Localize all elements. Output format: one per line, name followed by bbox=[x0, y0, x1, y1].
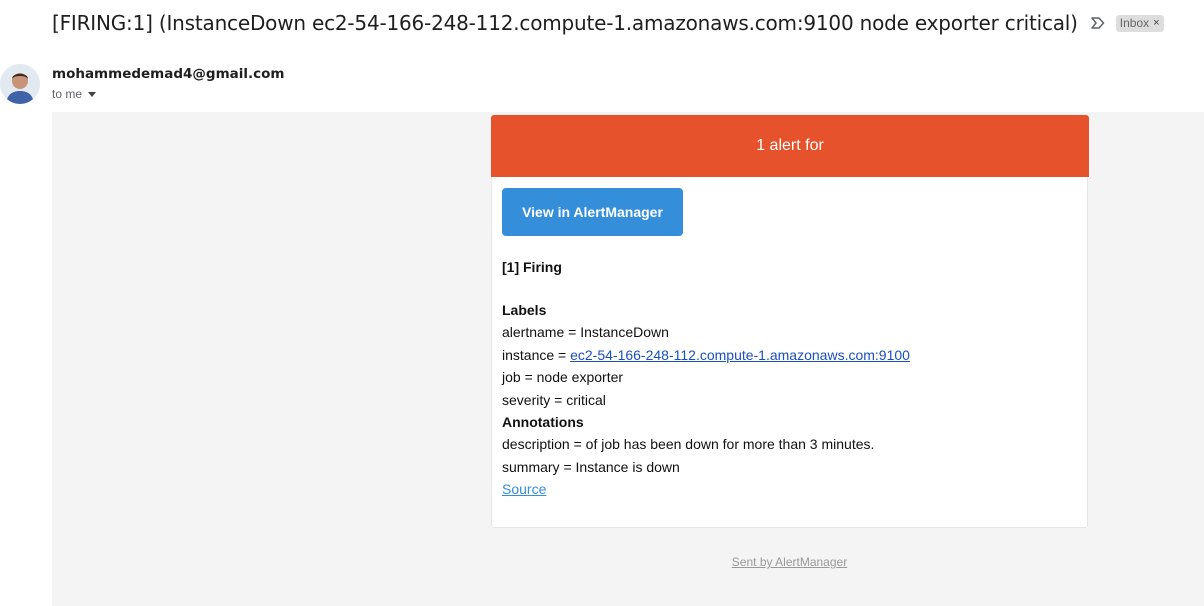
label-instance-key: instance = bbox=[502, 346, 571, 363]
annotations-heading: Annotations bbox=[502, 413, 584, 430]
alert-header: 1 alert for bbox=[491, 115, 1089, 177]
recipient-details-toggle[interactable]: to me bbox=[52, 87, 97, 101]
instance-link[interactable]: ec2-54-166-248-112.compute-1.amazonaws.c… bbox=[570, 347, 910, 363]
remove-label-icon[interactable]: × bbox=[1153, 17, 1159, 29]
source-link[interactable]: Source bbox=[502, 481, 546, 497]
labels-heading: Labels bbox=[502, 301, 547, 318]
annotation-summary: summary = Instance is down bbox=[502, 458, 680, 475]
inbox-label-text: Inbox bbox=[1119, 15, 1150, 30]
avatar[interactable] bbox=[0, 64, 40, 104]
alert-details: [1] Firing Labels alertname = InstanceDo… bbox=[502, 256, 1072, 501]
label-job: job = node exporter bbox=[502, 369, 624, 386]
chevron-down-icon[interactable] bbox=[88, 92, 97, 97]
inbox-label-chip[interactable]: Inbox × bbox=[1115, 14, 1164, 32]
alert-card: 1 alert for View in AlertManager [1] Fir… bbox=[491, 115, 1089, 528]
view-in-alertmanager-button[interactable]: View in AlertManager bbox=[502, 188, 683, 236]
email-subject: [FIRING:1] (InstanceDown ec2-54-166-248-… bbox=[52, 11, 1078, 35]
label-instance: instance = ec2-54-166-248-112.compute-1.… bbox=[502, 344, 1072, 366]
sent-by-alertmanager-link[interactable]: Sent by AlertManager bbox=[732, 555, 847, 569]
label-alertname: alertname = InstanceDown bbox=[502, 324, 669, 341]
annotation-description: description = of job has been down for m… bbox=[502, 436, 875, 453]
recipient-label: to me bbox=[52, 87, 83, 101]
importance-marker-icon[interactable] bbox=[1090, 15, 1106, 31]
footer: Sent by AlertManager bbox=[491, 555, 1088, 569]
firing-heading: [1] Firing bbox=[502, 259, 562, 275]
sender-email[interactable]: mohammedemad4@gmail.com bbox=[52, 66, 284, 82]
label-severity: severity = critical bbox=[502, 391, 606, 408]
email-subject-row: [FIRING:1] (InstanceDown ec2-54-166-248-… bbox=[52, 8, 1164, 38]
